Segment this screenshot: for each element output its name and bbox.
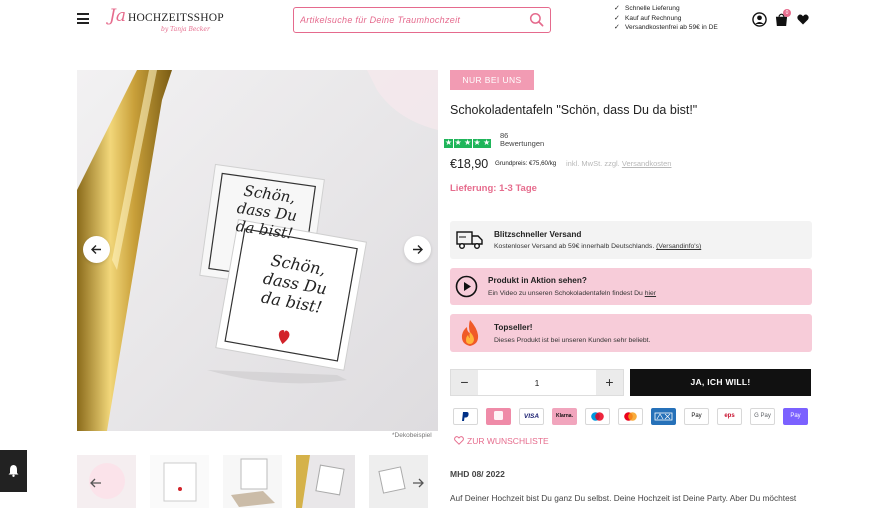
logo-main: HOCHZEITSSHOP [128, 12, 224, 24]
check-icon: ✓ [614, 5, 620, 12]
topseller-info-box: Topseller! Dieses Produkt ist bei unsere… [450, 314, 812, 352]
play-icon[interactable] [455, 275, 478, 298]
heart-icon[interactable] [797, 14, 809, 25]
apple-pay-icon: Pay [684, 408, 709, 425]
user-icon[interactable] [752, 12, 767, 27]
hamburger-menu-icon[interactable] [77, 13, 89, 24]
klarna-sofort-icon [486, 408, 511, 425]
review-label[interactable]: Bewertungen [500, 140, 544, 148]
thumbnail-next-icon[interactable] [411, 476, 425, 490]
shop-logo[interactable]: Ja HOCHZEITSSHOP by Tanja Becker [109, 6, 231, 36]
arrow-right-icon [413, 245, 423, 254]
search-bar [293, 7, 551, 33]
star-icon [482, 138, 491, 148]
topseller-title: Topseller! [494, 323, 533, 332]
google-pay-icon: G Pay [750, 408, 775, 425]
truck-icon [456, 231, 483, 249]
thumbnail[interactable] [77, 455, 136, 508]
shipping-info-link[interactable]: (Versandinfo's) [656, 243, 701, 250]
product-title: Schokoladentafeln "Schön, dass Du da bis… [450, 103, 698, 117]
product-gallery: Schön, dass Du da bist! Schön, dass Du da bi… [77, 70, 438, 431]
visa-icon: VISA [519, 408, 544, 425]
quantity-input[interactable] [478, 370, 596, 395]
thumbnail-strip [77, 455, 438, 508]
eps-icon: eps [717, 408, 742, 425]
check-icon: ✓ [614, 14, 620, 22]
fire-icon [461, 320, 479, 346]
quantity-stepper: − + [450, 369, 624, 396]
star-icon [444, 138, 453, 148]
video-info-title: Produkt in Aktion sehen? [488, 276, 587, 285]
notification-button[interactable] [0, 450, 27, 492]
cart-count-badge: 0 [783, 9, 791, 17]
best-before-date: MHD 08/ 2022 [450, 469, 505, 479]
logo-sub: by Tanja Becker [161, 26, 210, 33]
bell-icon [8, 465, 19, 477]
arrow-left-icon [91, 245, 101, 254]
gallery-prev-button[interactable] [83, 236, 110, 263]
add-to-cart-button[interactable]: JA, ICH WILL! [630, 369, 811, 396]
star-icon [453, 138, 463, 148]
base-price: Grundpreis: €75,60/kg [495, 160, 557, 167]
exclusive-badge: NUR BEI UNS [450, 70, 534, 90]
rating-stars[interactable] [444, 135, 492, 148]
mastercard-icon [618, 408, 643, 425]
klarna-icon: Klarna. [552, 408, 577, 425]
gallery-next-button[interactable] [404, 236, 431, 263]
shipping-cost-link[interactable]: Versandkosten [622, 159, 672, 168]
amex-icon [651, 408, 676, 425]
usp-list: ✓ Schnelle Lieferung ✓ Kauf auf Rechnung ✓… [614, 4, 718, 33]
delivery-time: Lieferung: 1-3 Tage [450, 183, 537, 194]
search-input[interactable] [300, 11, 520, 29]
topseller-text: Dieses Produkt ist bei unseren Kunden se… [494, 337, 651, 344]
video-info-box: Produkt in Aktion sehen? Ein Video zu un… [450, 268, 812, 305]
product-price: €18,90 [450, 157, 489, 171]
video-link[interactable]: hier [645, 290, 656, 297]
maestro-icon [585, 408, 610, 425]
thumbnail-prev-icon[interactable] [89, 476, 103, 490]
product-description: Auf Deiner Hochzeit bist Du ganz Du selb… [450, 493, 797, 508]
video-info-text: Ein Video zu unseren Schokoladentafeln f… [488, 290, 657, 297]
add-to-wishlist-link[interactable]: ZUR WUNSCHLISTE [454, 436, 549, 446]
usp-item: ✓ Schnelle Lieferung [614, 5, 680, 12]
usp-item: ✓ Versandkostenfrei ab 59€ in DE [614, 24, 718, 31]
usp-item: ✓ Kauf auf Rechnung [614, 14, 682, 22]
logo-ja: Ja [109, 6, 126, 26]
quantity-plus-button[interactable]: + [596, 370, 623, 395]
image-caption: *Dekobeispiel [392, 432, 432, 439]
star-icon [472, 138, 482, 148]
check-icon: ✓ [614, 24, 620, 31]
paypal-icon [453, 408, 478, 425]
quantity-minus-button[interactable]: − [451, 370, 478, 395]
shipping-info-title: Blitzschneller Versand [494, 230, 582, 239]
heart-outline-icon [454, 436, 464, 445]
tax-note: inkl. MwSt. zzgl. Versandkosten [566, 159, 672, 168]
search-icon[interactable] [529, 12, 544, 27]
thumbnail[interactable] [223, 455, 282, 508]
shipping-info-text: Kostenloser Versand ab 59€ innerhalb Deu… [494, 243, 702, 250]
shipping-info-box: Blitzschneller Versand Kostenloser Versa… [450, 221, 812, 259]
star-icon [463, 138, 472, 148]
site-header: Ja HOCHZEITSSHOP by Tanja Becker ✓Schnel… [0, 0, 888, 40]
thumbnail[interactable] [150, 455, 209, 508]
apple-pay-icon: Pay [783, 408, 808, 425]
thumbnail-active[interactable] [296, 455, 355, 508]
